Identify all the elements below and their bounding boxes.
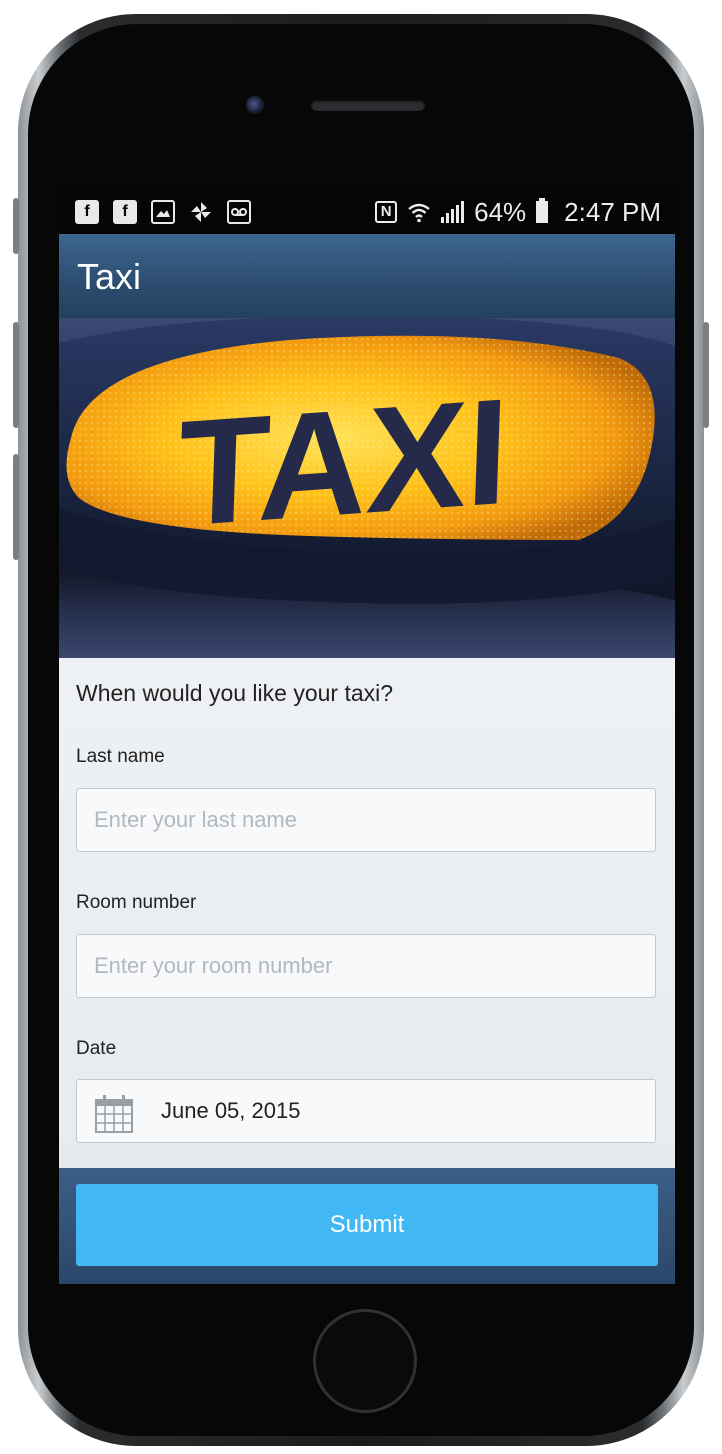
voicemail-icon (227, 200, 251, 224)
volume-up-button (13, 322, 19, 428)
status-bar: f f N 64% 2:47 PM (59, 190, 675, 234)
calendar-icon (95, 1095, 133, 1133)
taxi-sign-image: TAXI (59, 318, 675, 658)
facebook-icon: f (75, 200, 99, 224)
front-camera (246, 96, 264, 114)
taxi-sign-illustration: TAXI (59, 318, 675, 604)
image-icon (151, 200, 175, 224)
nfc-icon: N (375, 201, 398, 223)
earpiece-speaker (311, 100, 425, 111)
clock: 2:47 PM (564, 197, 661, 227)
app-bar: Taxi (59, 234, 675, 318)
date-picker-field[interactable]: June 05, 2015 (76, 1079, 656, 1143)
last-name-placeholder: Enter your last name (94, 807, 297, 832)
date-value: June 05, 2015 (161, 1098, 301, 1123)
volume-down-button (13, 454, 19, 560)
room-number-label: Room number (76, 892, 197, 913)
mute-switch (13, 198, 19, 254)
battery-icon (536, 198, 549, 223)
facebook-icon: f (113, 200, 137, 224)
signal-icon (441, 201, 465, 223)
notification-icons: f f (75, 190, 251, 234)
last-name-label: Last name (76, 746, 165, 767)
taxi-sign-text: TAXI (176, 367, 512, 558)
power-button (703, 322, 709, 428)
home-button[interactable] (313, 1309, 417, 1413)
system-status: N 64% 2:47 PM (375, 190, 661, 234)
action-bar: Submit (59, 1168, 675, 1284)
pinwheel-icon (189, 200, 213, 224)
page-title: Taxi (77, 256, 142, 297)
room-number-placeholder: Enter your room number (94, 953, 333, 978)
taxi-request-form: When would you like your taxi? Last name… (59, 658, 675, 1168)
room-number-input[interactable]: Enter your room number (76, 934, 656, 998)
battery-percentage: 64% (474, 197, 527, 227)
screen: f f N 64% 2:47 PM Taxi TAXI When would y… (59, 190, 675, 1284)
form-question: When would you like your taxi? (76, 680, 394, 706)
date-label: Date (76, 1038, 117, 1059)
last-name-input[interactable]: Enter your last name (76, 788, 656, 852)
wifi-icon (408, 203, 430, 223)
submit-button[interactable]: Submit (76, 1184, 658, 1266)
